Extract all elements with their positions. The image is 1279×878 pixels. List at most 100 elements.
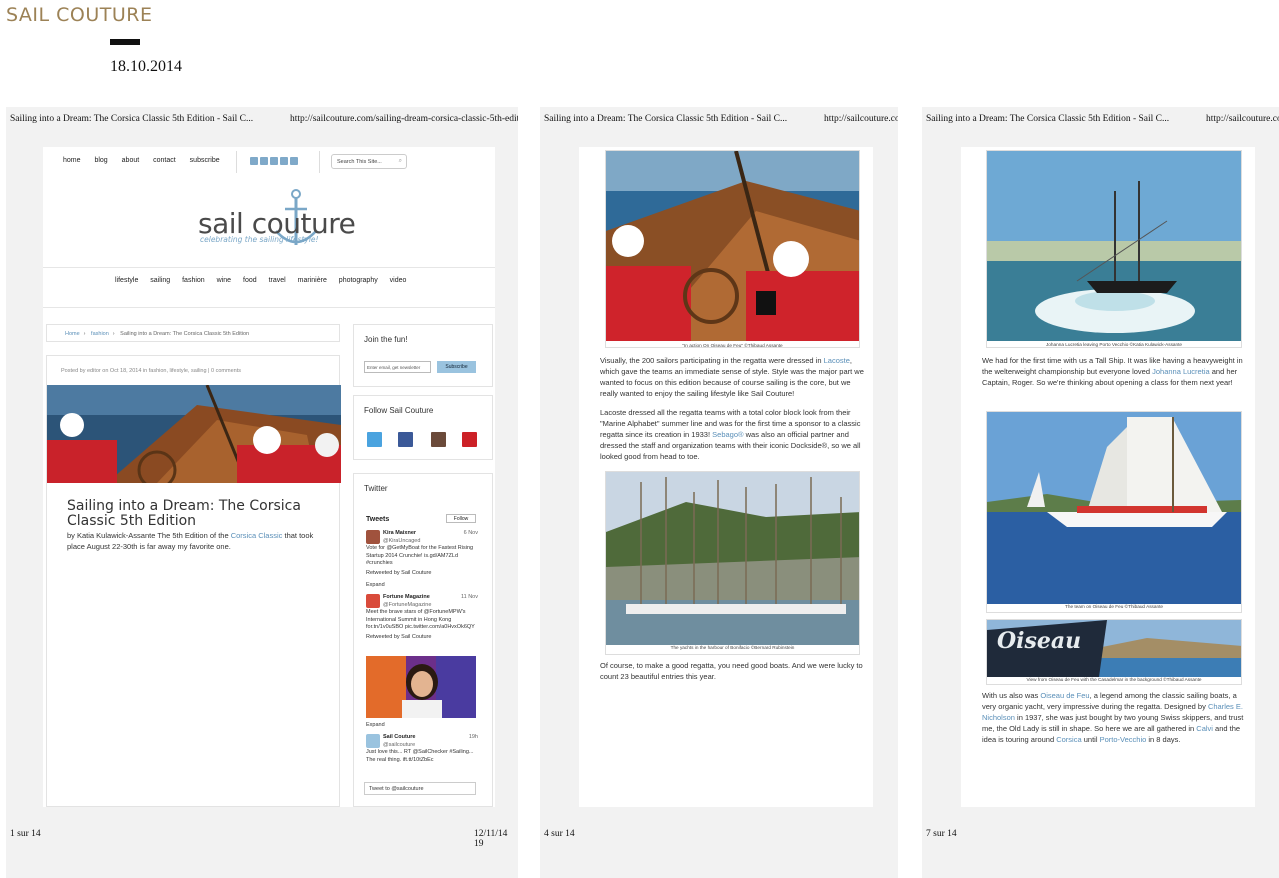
page-header-title: Sailing into a Dream: The Corsica Classi… bbox=[10, 114, 254, 124]
paragraph: Visually, the 200 sailors participating … bbox=[600, 356, 864, 398]
nav-video[interactable]: video bbox=[390, 277, 407, 284]
nav-lifestyle[interactable]: lifestyle bbox=[115, 277, 138, 284]
newsletter-email-input[interactable]: Enter email, get newsletter bbox=[364, 361, 431, 373]
join-title: Join the fun! bbox=[364, 335, 408, 344]
sebago-link[interactable]: Sebago® bbox=[712, 430, 743, 439]
photo-caption: View from Oiseau de Feu with the Casadel… bbox=[1026, 677, 1202, 682]
pdf-page-4: Sailing into a Dream: The Corsica Classi… bbox=[540, 107, 898, 878]
twitter-title: Twitter bbox=[364, 484, 388, 493]
follow-button[interactable]: Follow bbox=[446, 514, 476, 523]
page-header-url[interactable]: http://sailcouture.com/sailing-dream-cor… bbox=[290, 114, 518, 124]
tweet-photo[interactable] bbox=[366, 656, 476, 718]
join-widget: Join the fun! Enter email, get newslette… bbox=[353, 324, 493, 387]
twitter-icon[interactable] bbox=[367, 432, 382, 447]
social-mini-icons bbox=[250, 157, 298, 165]
avatar[interactable] bbox=[366, 594, 380, 608]
date: 18.10.2014 bbox=[110, 58, 182, 75]
nav-wine[interactable]: wine bbox=[217, 277, 231, 284]
subscribe-button[interactable]: Subscribe bbox=[437, 361, 476, 373]
tweets-label: Tweets bbox=[366, 516, 390, 523]
lacoste-link[interactable]: Lacoste bbox=[824, 356, 850, 365]
page-header-url[interactable]: http://sailcouture.com bbox=[1206, 114, 1279, 124]
pdf-page-1: Sailing into a Dream: The Corsica Classi… bbox=[6, 107, 518, 878]
brand-title: SAIL COUTURE bbox=[6, 4, 153, 26]
twitter-icon[interactable] bbox=[250, 157, 258, 165]
facebook-icon[interactable] bbox=[260, 157, 268, 165]
webpage: Johanna Lucretia leaving Porto Vecchio ©… bbox=[961, 147, 1255, 807]
follow-title: Follow Sail Couture bbox=[364, 406, 434, 415]
photo-caption: "In action On Oiseau de Feu" ©Thibaud As… bbox=[682, 343, 783, 348]
breadcrumb-current: Sailing into a Dream: The Corsica Classi… bbox=[120, 331, 250, 337]
search-input[interactable]: Search This Site... ⌕ bbox=[331, 154, 407, 169]
nav-subscribe[interactable]: subscribe bbox=[190, 157, 220, 164]
johanna-lucretia-link[interactable]: Johanna Lucretia bbox=[1152, 367, 1210, 376]
top-nav: home blog about contact subscribe bbox=[63, 157, 232, 164]
page-footer-number: 7 sur 14 bbox=[926, 829, 957, 839]
main-nav: lifestyle sailing fashion wine food trav… bbox=[115, 277, 416, 284]
page-header-url[interactable]: http://sailcouture.co bbox=[824, 114, 898, 124]
expand-link[interactable]: Expand bbox=[366, 722, 385, 728]
logo-tagline: celebrating the sailing lifestyle! bbox=[200, 235, 319, 244]
photo-caption: Johanna Lucretia leaving Porto Vecchio ©… bbox=[1045, 342, 1183, 347]
nav-home[interactable]: home bbox=[63, 157, 81, 164]
paragraph: Of course, to make a good regatta, you n… bbox=[600, 661, 863, 681]
page-footer-date: 12/11/14 19 bbox=[474, 829, 508, 849]
nav-contact[interactable]: contact bbox=[153, 157, 176, 164]
photo-casadelmar-view: Oiseau View from Oiseau de Feu with the … bbox=[986, 619, 1242, 685]
follow-widget: Follow Sail Couture bbox=[353, 395, 493, 460]
instagram-icon[interactable] bbox=[280, 157, 288, 165]
breadcrumb-home[interactable]: Home bbox=[65, 331, 80, 337]
page-header-title: Sailing into a Dream: The Corsica Classi… bbox=[926, 114, 1170, 124]
tweet: Sail Couture @sailcouture 19h Just love … bbox=[366, 734, 478, 763]
tweet-to-button[interactable]: Tweet to @sailcouture bbox=[364, 782, 476, 795]
oiseau-de-feu-link[interactable]: Oiseau de Feu bbox=[1040, 691, 1089, 700]
corsica-classic-link[interactable]: Corsica Classic bbox=[231, 531, 283, 540]
nav-food[interactable]: food bbox=[243, 277, 257, 284]
post-card: Posted by editor on Oct 18, 2014 in fash… bbox=[46, 355, 341, 807]
brand-bar bbox=[110, 39, 140, 45]
calvi-link[interactable]: Calvi bbox=[1196, 724, 1213, 733]
photo-in-action: "In action On Oiseau de Feu" ©Thibaud As… bbox=[605, 150, 860, 348]
pdf-page-7: Sailing into a Dream: The Corsica Classi… bbox=[922, 107, 1279, 878]
linkedin-icon[interactable] bbox=[270, 157, 278, 165]
photo-caption: The yachts in the harbour of Bonifacio ©… bbox=[670, 645, 795, 650]
oiseau-hull-lettering: Oiseau bbox=[997, 628, 1082, 654]
expand-link[interactable]: Expand bbox=[366, 582, 385, 588]
page-header-title: Sailing into a Dream: The Corsica Classi… bbox=[544, 114, 788, 124]
nav-about[interactable]: about bbox=[122, 157, 140, 164]
paragraph: We had for the first time with us a Tall… bbox=[982, 356, 1243, 387]
photo-oiseau-de-feu-team: The team on Oiseau de Feu ©Thibaud Assan… bbox=[986, 411, 1242, 613]
pinterest-icon[interactable] bbox=[290, 157, 298, 165]
webpage: "In action On Oiseau de Feu" ©Thibaud As… bbox=[579, 147, 873, 807]
porto-vecchio-link[interactable]: Porto-Vecchio bbox=[1100, 735, 1147, 744]
pinterest-icon[interactable] bbox=[462, 432, 477, 447]
photo-tall-ship: Johanna Lucretia leaving Porto Vecchio ©… bbox=[986, 150, 1242, 348]
tweet: Fortune Magazine @FortuneMagazine 11 Nov… bbox=[366, 594, 478, 640]
avatar[interactable] bbox=[366, 734, 380, 748]
twitter-widget: Twitter Tweets Follow Kira Maixner @Kira… bbox=[353, 473, 493, 807]
post-meta: Posted by editor on Oct 18, 2014 in fash… bbox=[61, 368, 241, 374]
post-hero-image bbox=[47, 385, 341, 483]
post-intro: by Katia Kulawick-Assante The 5th Editio… bbox=[67, 531, 314, 551]
photo-caption: The team on Oiseau de Feu ©Thibaud Assan… bbox=[1064, 604, 1164, 609]
facebook-icon[interactable] bbox=[398, 432, 413, 447]
nav-sailing[interactable]: sailing bbox=[150, 277, 170, 284]
search-icon[interactable]: ⌕ bbox=[399, 158, 402, 165]
nav-blog[interactable]: blog bbox=[94, 157, 107, 164]
nav-travel[interactable]: travel bbox=[269, 277, 286, 284]
breadcrumb: Home › fashion › Sailing into a Dream: The… bbox=[46, 324, 340, 342]
page-footer-number: 4 sur 14 bbox=[544, 829, 575, 839]
paragraph: With us also was Oiseau de Feu, a legend… bbox=[982, 691, 1244, 744]
paragraph: Lacoste dressed all the regatta teams wi… bbox=[600, 408, 861, 461]
nav-mariniere[interactable]: marinière bbox=[298, 277, 327, 284]
tweet: Kira Maixner @KiraUncaged 6 Nov Vote for… bbox=[366, 530, 478, 576]
webpage: home blog about contact subscribe Search… bbox=[43, 147, 495, 807]
nav-fashion[interactable]: fashion bbox=[182, 277, 205, 284]
breadcrumb-fashion[interactable]: fashion bbox=[91, 331, 109, 337]
corsica-link[interactable]: Corsica bbox=[1056, 735, 1081, 744]
nav-photography[interactable]: photography bbox=[339, 277, 378, 284]
instagram-icon[interactable] bbox=[431, 432, 446, 447]
post-title[interactable]: Sailing into a Dream: The Corsica Classi… bbox=[67, 499, 327, 529]
avatar[interactable] bbox=[366, 530, 380, 544]
page-footer-number: 1 sur 14 bbox=[10, 829, 41, 839]
